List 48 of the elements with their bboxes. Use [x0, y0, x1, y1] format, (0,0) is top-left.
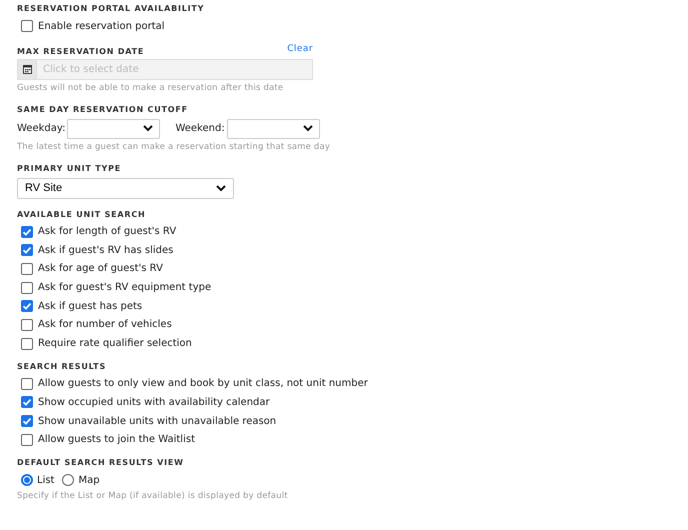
checkbox[interactable]	[21, 318, 33, 331]
clear-link[interactable]: Clear	[287, 43, 313, 56]
section-heading: SEARCH RESULTS	[17, 360, 108, 372]
checkbox[interactable]	[21, 378, 33, 390]
calendar-icon	[22, 64, 32, 74]
checkbox-label: Allow guests to only view and book by unit class, not unit number	[38, 377, 368, 392]
checkbox-label: Ask for guest's RV equipment type	[38, 281, 212, 296]
checkbox[interactable]	[21, 338, 33, 350]
hint-text: Guests will not be able to make a reservation after this date	[17, 82, 284, 94]
chevron-down-icon	[143, 125, 154, 132]
checkbox[interactable]	[21, 262, 33, 275]
section-heading: DEFAULT SEARCH RESULTS VIEW	[17, 456, 185, 468]
section-heading: MAX RESERVATION DATE	[17, 46, 144, 56]
section-heading: SAME DAY RESERVATION CUTOFF	[17, 104, 189, 114]
calendar-button[interactable]	[17, 58, 37, 80]
checkbox[interactable]	[21, 244, 33, 256]
checkbox-label: Show unavailable units with unavailable reason	[38, 414, 276, 428]
checkbox-label: Allow guests to join the Waitlist	[38, 433, 195, 448]
radio-button[interactable]	[21, 474, 33, 486]
checkbox-label: Ask if guest has pets	[38, 300, 142, 314]
radio-label: List	[37, 474, 54, 488]
hint-text: The latest time a guest can make a reservation starting that same day	[17, 142, 332, 152]
checkbox-label: Require rate qualifier selection	[38, 337, 192, 352]
checkbox-label: Enable reservation portal	[38, 20, 165, 34]
unit-type-select[interactable]: RV Site	[17, 178, 234, 198]
chevron-down-icon	[216, 184, 226, 192]
hint-text: Specify if the List or Map (if available) is displayed by default	[17, 490, 289, 502]
checkbox[interactable]	[21, 282, 33, 294]
checkbox[interactable]	[21, 434, 33, 446]
checkbox[interactable]	[21, 415, 33, 427]
field-label: Weekday:	[17, 122, 66, 136]
checkbox-label: Ask for age of guest's RV	[38, 262, 163, 276]
checkbox-label: Ask for number of vehicles	[38, 318, 172, 332]
field-label: Weekend:	[175, 122, 225, 136]
checkbox[interactable]	[21, 226, 33, 238]
checkbox-label: Show occupied units with availability calendar	[38, 396, 270, 410]
section-heading: AVAILABLE UNIT SEARCH	[17, 208, 147, 220]
checkbox[interactable]	[21, 20, 33, 32]
section-heading: PRIMARY UNIT TYPE	[17, 162, 122, 174]
checkbox[interactable]	[21, 396, 33, 408]
checkbox-label: Ask for length of guest's RV	[38, 225, 176, 239]
date-field[interactable]: Click to select date	[37, 58, 313, 80]
radio-button[interactable]	[62, 474, 74, 486]
checkbox[interactable]	[21, 300, 33, 312]
radio-label: Map	[78, 474, 100, 488]
section-heading: RESERVATION PORTAL AVAILABILITY	[17, 3, 206, 14]
checkbox-label: Ask if guest's RV has slides	[38, 244, 174, 258]
chevron-down-icon	[302, 125, 313, 132]
